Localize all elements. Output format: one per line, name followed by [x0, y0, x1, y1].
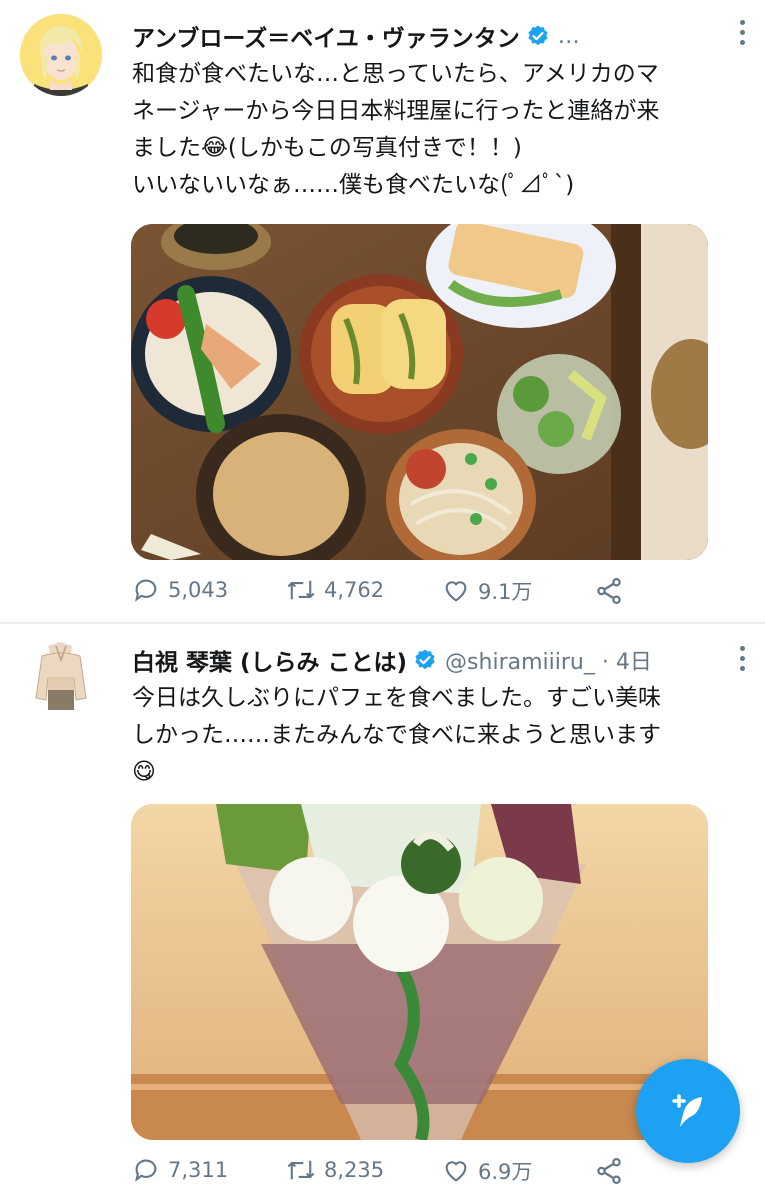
reply-count: 5,043: [168, 578, 229, 602]
more-options-icon[interactable]: [739, 646, 745, 671]
tweet-text: 和食が食べたいな…と思っていたら、アメリカのマ ネージャーから今日日本料理屋に行…: [132, 56, 742, 204]
retweet-button[interactable]: 4,762: [286, 576, 384, 604]
tweet-text-line: ネージャーから今日日本料理屋に行ったと連絡が来: [132, 98, 660, 124]
tweet-text-line: 和食が食べたいな…と思っていたら、アメリカのマ: [132, 61, 659, 87]
reply-icon: [135, 579, 157, 602]
retweet-count: 4,762: [324, 578, 385, 602]
tweet-text-line: ました😂(しかもこの写真付きで！！): [132, 135, 522, 161]
tweet-media-photo[interactable]: [131, 804, 708, 1140]
retweet-button[interactable]: 8,235: [286, 1156, 384, 1184]
tweet-text-line: 今日は久しぶりにパフェを食べました。すごい美味: [132, 685, 661, 711]
compose-tweet-button[interactable]: [636, 1059, 740, 1163]
tweet-header: アンブローズ＝ベイユ・ヴァランタン …: [132, 16, 737, 56]
verified-badge-icon: [415, 649, 435, 670]
avatar[interactable]: [20, 14, 102, 96]
heart-icon: [445, 581, 467, 602]
author-handle[interactable]: …: [558, 24, 580, 49]
tweet-text-line: いいないいなぁ……僕も食べたいな(ﾟ⊿ﾟ`): [132, 172, 575, 198]
retweet-icon: [287, 1160, 315, 1180]
like-count: 9.1万: [478, 580, 533, 604]
share-button[interactable]: [594, 576, 624, 606]
compose-feather-icon: [672, 1094, 702, 1127]
tweet-header: 白視 琴葉 (しらみ ことは) @shiramiiiru_ · 4日: [132, 640, 737, 680]
share-icon: [597, 578, 621, 604]
verified-badge-icon: [528, 25, 548, 46]
tweet-media-photo[interactable]: [131, 224, 708, 560]
retweet-count: 8,235: [324, 1158, 385, 1182]
like-button[interactable]: 6.9万: [442, 1156, 532, 1186]
reply-icon: [135, 1159, 157, 1182]
more-options-icon[interactable]: [739, 20, 745, 45]
author-handle[interactable]: @shiramiiiru_ · 4日: [445, 644, 652, 676]
reply-button[interactable]: 7,311: [132, 1156, 228, 1184]
author-name[interactable]: アンブローズ＝ベイユ・ヴァランタン: [132, 19, 520, 53]
tweet-1[interactable]: アンブローズ＝ベイユ・ヴァランタン … 和食が食べたいな…と思っていたら、アメリ…: [0, 0, 765, 622]
reply-count: 7,311: [168, 1158, 229, 1182]
tweet-actions: 5,043 4,762 9.1万: [132, 576, 652, 610]
heart-icon: [445, 1161, 467, 1182]
tweet-text-line: 😋: [132, 759, 156, 785]
retweet-icon: [287, 580, 315, 600]
like-button[interactable]: 9.1万: [442, 576, 532, 606]
avatar[interactable]: [20, 638, 102, 720]
share-button[interactable]: [594, 1156, 624, 1186]
share-icon: [597, 1158, 621, 1184]
tweet-text-line: しかった……またみんなで食べに来ようと思います: [132, 722, 661, 748]
like-count: 6.9万: [478, 1160, 533, 1184]
tweet-actions: 7,311 8,235 6.9万: [132, 1156, 652, 1190]
tweet-text: 今日は久しぶりにパフェを食べました。すごい美味 しかった……またみんなで食べに来…: [132, 680, 742, 791]
author-name[interactable]: 白視 琴葉 (しらみ ことは): [132, 643, 407, 677]
reply-button[interactable]: 5,043: [132, 576, 228, 604]
